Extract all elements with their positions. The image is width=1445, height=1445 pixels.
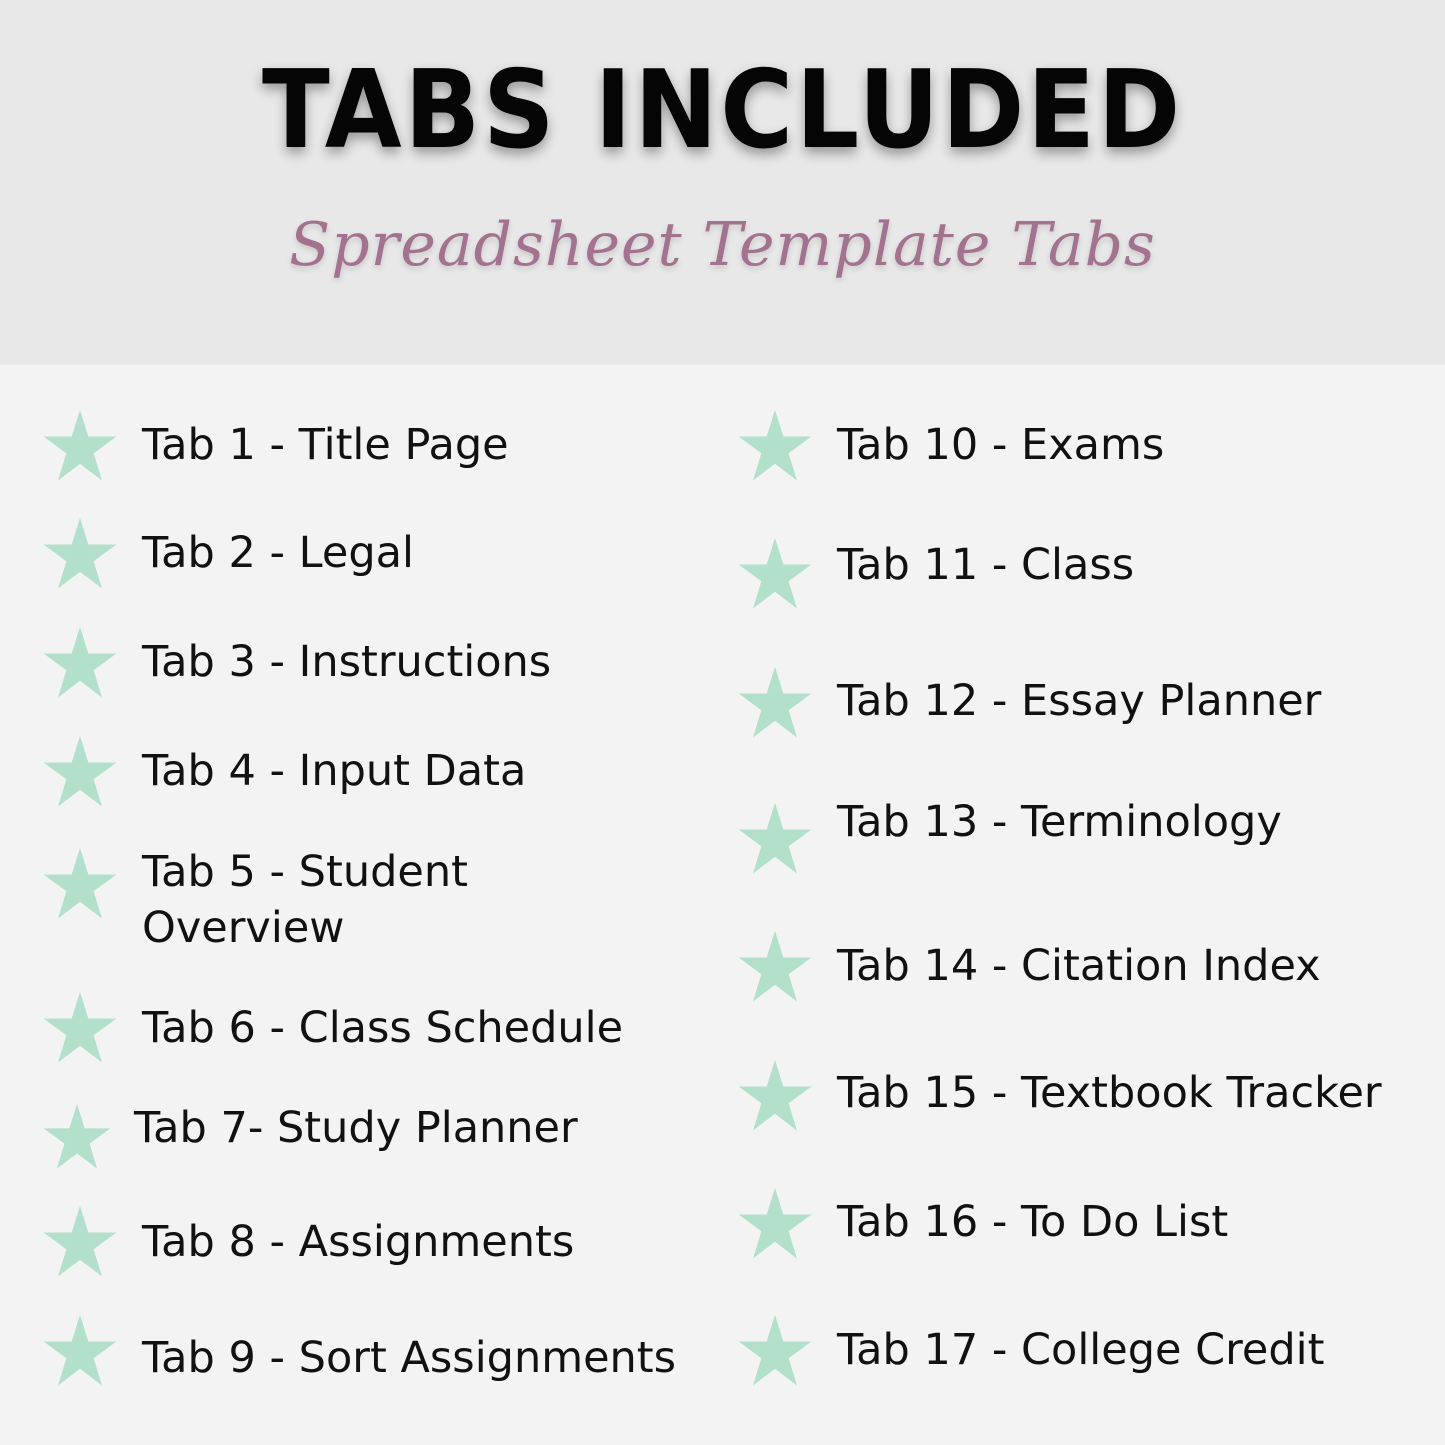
tab-15-label: Tab 15 - Textbook Tracker [837,1068,1382,1118]
tab-14-label: Tab 14 - Citation Index [837,941,1321,991]
star-icon [737,410,813,482]
header-banner: TABS INCLUDED Spreadsheet Template Tabs [0,0,1445,365]
star-icon [42,1315,118,1387]
star-icon [737,931,813,1003]
star-icon [42,518,118,590]
tab-9-label: Tab 9 - Sort Assignments [142,1333,677,1383]
star-icon [42,992,118,1064]
page-title: TABS INCLUDED [261,48,1184,173]
star-icon [737,1060,813,1132]
tab-12-label: Tab 12 - Essay Planner [837,676,1322,726]
tab-11-label: Tab 11 - Class [837,540,1135,590]
tab-5-label-line1: Tab 5 - Student [142,847,468,897]
star-icon [42,1104,112,1170]
star-icon [737,1188,813,1260]
star-icon [42,410,118,482]
tab-4-label: Tab 4 - Input Data [142,746,527,796]
tab-10-label: Tab 10 - Exams [837,420,1165,470]
tab-7-label: Tab 7- Study Planner [134,1103,578,1153]
star-icon [42,627,118,699]
star-icon [737,538,813,610]
star-icon [737,667,813,739]
star-icon [42,1206,118,1278]
star-icon [737,803,813,875]
tab-3-label: Tab 3 - Instructions [142,637,552,687]
star-icon [42,848,118,920]
star-icon [42,736,118,808]
tab-16-label: Tab 16 - To Do List [837,1197,1229,1247]
page-subtitle: Spreadsheet Template Tabs [289,210,1156,280]
tab-17-label: Tab 17 - College Credit [837,1325,1325,1375]
tab-13-label: Tab 13 - Terminology [837,797,1282,847]
tab-6-label: Tab 6 - Class Schedule [142,1003,624,1053]
tab-5-label-line2: Overview [142,903,345,953]
star-icon [737,1315,813,1387]
tab-1-label: Tab 1 - Title Page [142,420,509,470]
tab-8-label: Tab 8 - Assignments [142,1217,575,1267]
tab-2-label: Tab 2 - Legal [142,528,414,578]
